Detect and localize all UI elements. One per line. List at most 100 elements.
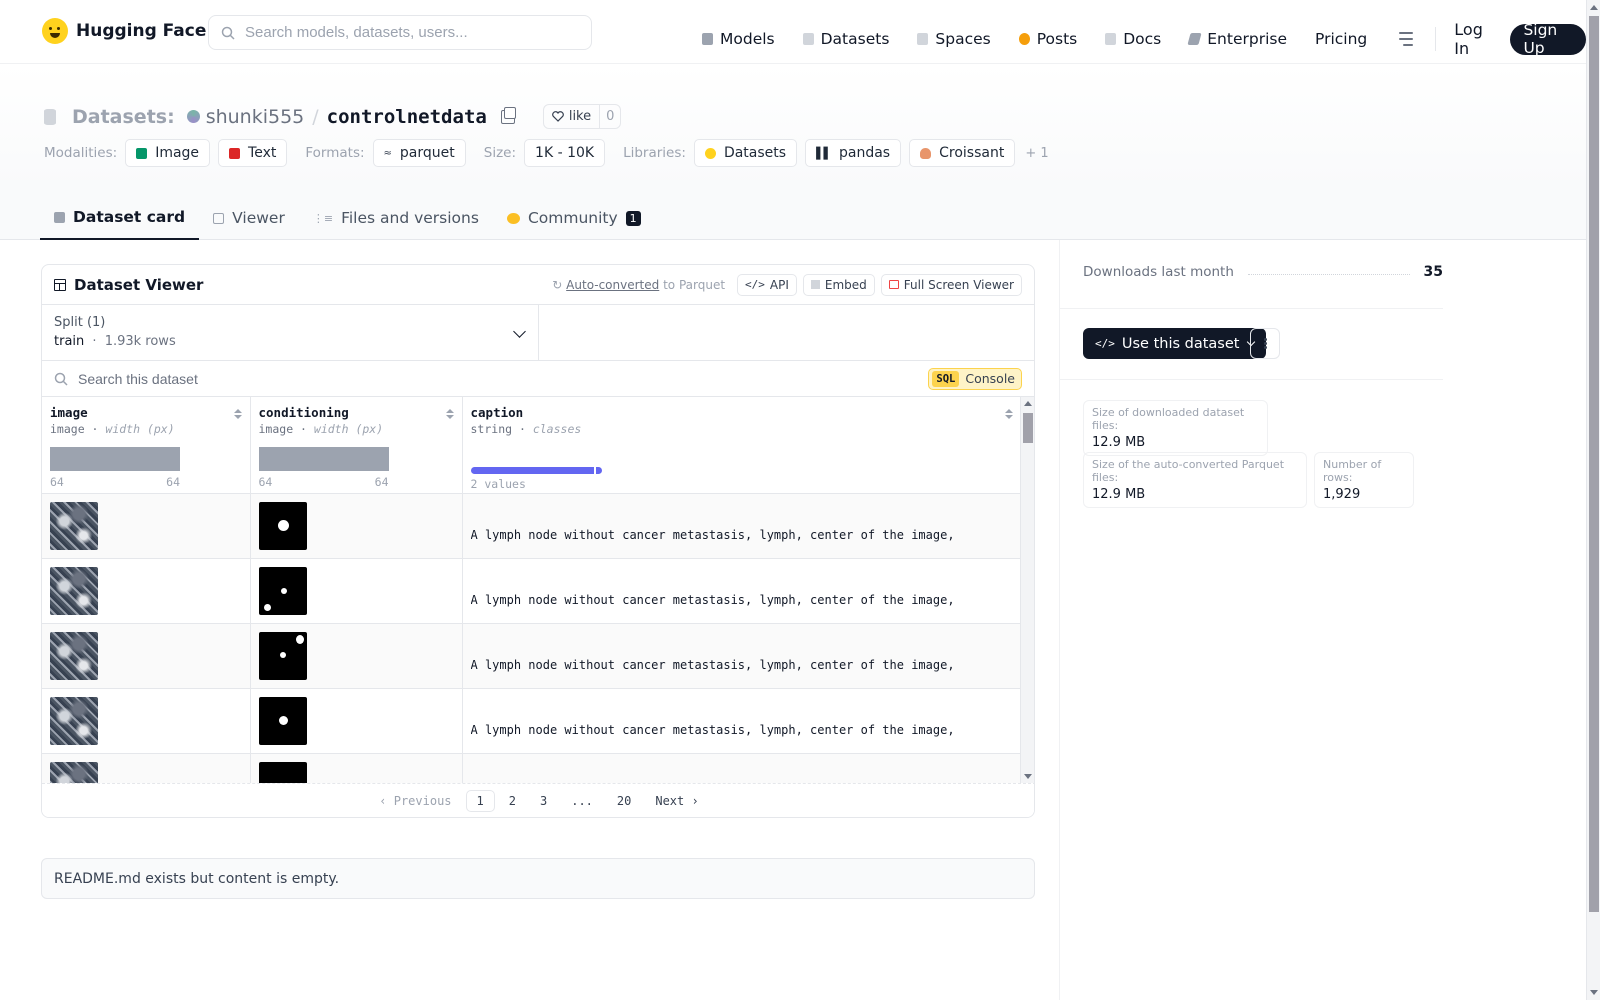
like-button[interactable]: like 0 bbox=[542, 104, 622, 129]
column-stat: width (px) bbox=[105, 422, 175, 436]
page-20[interactable]: 20 bbox=[607, 791, 641, 811]
use-this-dataset-button[interactable]: </> Use this dataset bbox=[1083, 328, 1267, 359]
cell-caption[interactable]: A lymph node without cancer metastasis, … bbox=[462, 623, 1022, 689]
datasets-crumb[interactable]: Datasets: bbox=[72, 106, 175, 128]
mask-thumbnail[interactable] bbox=[258, 631, 307, 680]
tag-library-pandas[interactable]: ▌▌ pandas bbox=[805, 139, 902, 167]
cell-conditioning[interactable] bbox=[250, 753, 463, 783]
table-row[interactable]: A lymph node without cancer metastasis, … bbox=[42, 493, 1022, 559]
nav-models[interactable]: Models bbox=[702, 30, 775, 48]
more-options-button[interactable] bbox=[1250, 328, 1280, 359]
cell-image[interactable] bbox=[42, 493, 251, 559]
classes-bar[interactable] bbox=[470, 467, 602, 474]
dataset-tags: Modalities: Image Text Formats: ≈ parquet… bbox=[44, 139, 1049, 167]
copy-icon[interactable] bbox=[500, 106, 516, 124]
page-scrollbar[interactable] bbox=[1586, 0, 1600, 1000]
nav-spaces[interactable]: Spaces bbox=[917, 30, 991, 48]
next-page-button[interactable]: Next › bbox=[645, 791, 708, 811]
dataset-name[interactable]: controlnetdata bbox=[327, 106, 487, 128]
cell-caption[interactable]: A lymph node without cancer metastasis, … bbox=[462, 688, 1022, 754]
tab-files[interactable]: ⋮≡ Files and versions bbox=[299, 196, 493, 240]
image-thumbnail[interactable] bbox=[50, 631, 98, 680]
mask-thumbnail[interactable] bbox=[258, 696, 307, 745]
sort-icon[interactable] bbox=[233, 409, 242, 421]
signup-button[interactable]: Sign Up bbox=[1510, 21, 1587, 57]
more-menu-icon[interactable] bbox=[1395, 32, 1414, 46]
tab-dataset-card[interactable]: Dataset card bbox=[40, 196, 200, 240]
brand-link[interactable]: Hugging Face bbox=[42, 18, 206, 44]
embed-button[interactable]: Embed bbox=[802, 273, 875, 296]
scroll-up-icon[interactable] bbox=[1590, 5, 1598, 10]
scroll-up-icon[interactable] bbox=[1024, 401, 1032, 406]
cell-conditioning[interactable] bbox=[250, 493, 463, 559]
api-button[interactable]: </> API bbox=[737, 273, 797, 296]
cell-caption[interactable]: A lymph node without cancer metastasis, … bbox=[462, 493, 1022, 559]
column-header-conditioning[interactable]: conditioning image · width (px) 64 64 bbox=[250, 397, 463, 494]
table-row[interactable]: A lymph node without cancer metastasis, … bbox=[42, 688, 1022, 754]
scroll-thumb[interactable] bbox=[1023, 413, 1033, 443]
scroll-thumb[interactable] bbox=[1589, 16, 1599, 912]
cell-image[interactable] bbox=[42, 688, 251, 754]
column-header-image[interactable]: image image · width (px) 64 64 bbox=[42, 397, 251, 494]
width-histogram-bar[interactable] bbox=[50, 447, 180, 471]
tag-modality-text[interactable]: Text bbox=[218, 139, 288, 167]
full-screen-button[interactable]: Full Screen Viewer bbox=[880, 273, 1022, 296]
previous-page-button[interactable]: ‹ Previous bbox=[369, 791, 461, 811]
nav-datasets[interactable]: Datasets bbox=[802, 30, 889, 48]
cell-image[interactable] bbox=[42, 558, 251, 624]
table-row[interactable]: A lymph node without cancer metastasis, … bbox=[42, 558, 1022, 624]
sort-icon[interactable] bbox=[445, 409, 454, 421]
mask-thumbnail[interactable] bbox=[258, 566, 307, 615]
cell-caption[interactable] bbox=[462, 753, 1022, 783]
tag-library-croissant[interactable]: Croissant bbox=[909, 139, 1016, 167]
page-2[interactable]: 2 bbox=[499, 791, 526, 811]
tag-library-datasets[interactable]: Datasets bbox=[693, 139, 798, 167]
column-header-caption[interactable]: caption string · classes 2 values bbox=[462, 397, 1022, 494]
page-3[interactable]: 3 bbox=[530, 791, 557, 811]
login-link[interactable]: Log In bbox=[1454, 20, 1494, 58]
table-row[interactable]: A lymph node without cancer metastasis, … bbox=[42, 623, 1022, 689]
sort-icon[interactable] bbox=[1004, 409, 1013, 421]
image-thumbnail[interactable] bbox=[50, 501, 98, 550]
cell-conditioning[interactable] bbox=[250, 623, 463, 689]
width-histogram-bar[interactable] bbox=[258, 447, 389, 471]
scroll-down-icon[interactable] bbox=[1024, 774, 1032, 779]
image-thumbnail[interactable] bbox=[50, 696, 98, 745]
tag-modality-image[interactable]: Image bbox=[125, 139, 211, 167]
nav-posts[interactable]: Posts bbox=[1018, 30, 1077, 48]
split-selector[interactable]: Split (1) train · 1.93k rows bbox=[42, 305, 539, 360]
global-search-input[interactable] bbox=[245, 24, 565, 41]
tag-size[interactable]: 1K - 10K bbox=[524, 139, 606, 167]
table-scrollbar[interactable] bbox=[1020, 397, 1034, 783]
dataset-search-input[interactable] bbox=[78, 370, 858, 387]
tab-viewer[interactable]: Viewer bbox=[199, 196, 299, 240]
tab-community[interactable]: Community 1 bbox=[493, 196, 655, 240]
image-thumbnail[interactable] bbox=[50, 566, 98, 615]
cell-image[interactable] bbox=[42, 623, 251, 689]
mask-thumbnail[interactable] bbox=[258, 761, 307, 783]
stat-download-size: Size of downloaded dataset files: 12.9 M… bbox=[1083, 400, 1268, 456]
nav-enterprise[interactable]: Enterprise bbox=[1187, 30, 1287, 48]
mask-thumbnail[interactable] bbox=[258, 501, 307, 550]
downloads-count: 35 bbox=[1423, 264, 1443, 280]
image-thumbnail[interactable] bbox=[50, 761, 98, 783]
nav-docs[interactable]: Docs bbox=[1105, 30, 1161, 48]
cell-conditioning[interactable] bbox=[250, 558, 463, 624]
tag-format-parquet[interactable]: ≈ parquet bbox=[372, 139, 466, 167]
nav-pricing[interactable]: Pricing bbox=[1315, 30, 1367, 48]
table-row[interactable] bbox=[42, 753, 1022, 783]
caption-text: A lymph node without cancer metastasis, … bbox=[470, 657, 955, 672]
nav-docs-label: Docs bbox=[1123, 30, 1162, 48]
owner-link[interactable]: shunki555 bbox=[206, 106, 305, 128]
auto-converted-link[interactable]: Auto-converted bbox=[566, 278, 659, 292]
scroll-down-icon[interactable] bbox=[1590, 990, 1598, 995]
cell-caption[interactable]: A lymph node without cancer metastasis, … bbox=[462, 558, 1022, 624]
page-1[interactable]: 1 bbox=[465, 789, 495, 812]
sql-console-button[interactable]: SQL Console bbox=[928, 367, 1022, 390]
cell-image[interactable] bbox=[42, 753, 251, 783]
global-search[interactable] bbox=[208, 15, 592, 50]
cell-conditioning[interactable] bbox=[250, 688, 463, 754]
column-name: caption bbox=[470, 405, 524, 420]
auto-converted-note: ↻ Auto-converted to Parquet bbox=[552, 278, 725, 292]
more-libraries[interactable]: + 1 bbox=[1025, 146, 1048, 161]
